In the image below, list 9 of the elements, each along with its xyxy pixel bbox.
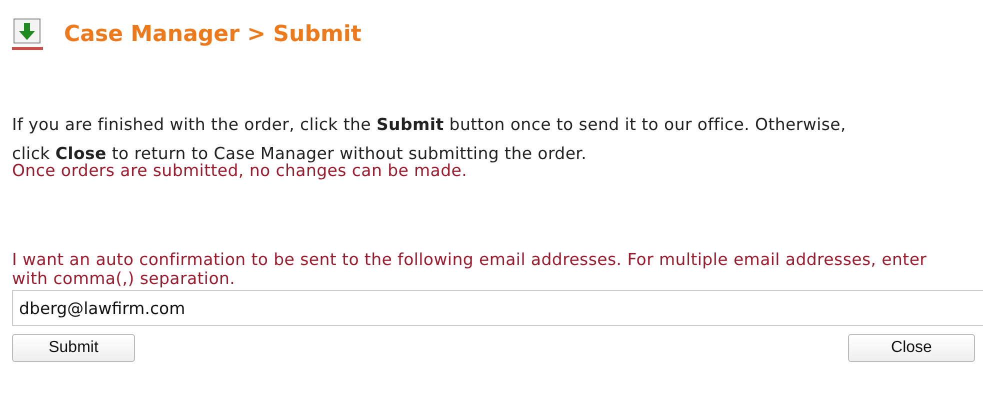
close-button[interactable]: Close: [848, 334, 975, 362]
instruction-text: If you are finished with the order, click the Submit button once to send it to our office. Otherwise,: [12, 114, 847, 136]
instruction-text: click Close to return to Case Manager without submitting the order.: [12, 143, 588, 164]
page-title: Case Manager > Submit: [64, 22, 362, 46]
email-label: I want an auto confirmation to be sent to the following email addresses. For multiple email addresses, enter with comma(,) separation.: [12, 250, 928, 288]
warning-text: Once orders are submitted, no changes can be made.: [12, 161, 468, 181]
download-icon: [12, 17, 44, 51]
email-field[interactable]: dberg@lawfirm.com: [12, 290, 983, 326]
submit-button[interactable]: Submit: [12, 334, 135, 362]
